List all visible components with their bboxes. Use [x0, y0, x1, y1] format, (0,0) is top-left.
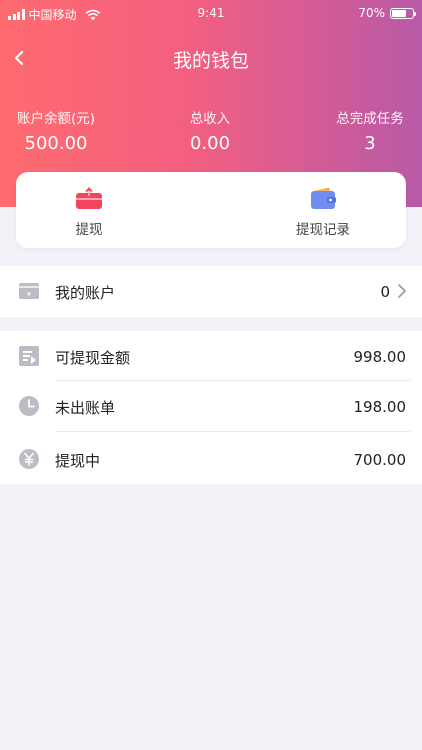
wallet-icon: [311, 187, 336, 209]
nav-bar: 我的钱包: [0, 40, 422, 76]
battery-icon: [390, 7, 416, 19]
my-account-value: 0: [380, 283, 390, 301]
unbilled-label: 未出账单: [55, 399, 116, 417]
withdraw-records-label: 提现记录: [296, 222, 350, 238]
stat-income: 总收入 0.00: [165, 107, 255, 154]
withdraw-button[interactable]: 提现: [14, 186, 164, 238]
action-card: 提现 提现记录: [16, 172, 406, 248]
page-title: 我的钱包: [172, 50, 249, 72]
chevron-right-icon: [398, 284, 406, 298]
yen-icon: [19, 449, 39, 469]
account-section: ¥ 我的账户 0: [0, 266, 422, 317]
unbilled-row[interactable]: 未出账单 198.00: [0, 381, 422, 432]
stat-tasks-value: 3: [364, 133, 376, 154]
stat-balance-value: 500.00: [24, 133, 88, 154]
account-card-icon: ¥: [19, 283, 39, 299]
withdraw-icon: [76, 187, 102, 209]
withdraw-records-button[interactable]: 提现记录: [248, 186, 398, 238]
my-account-label: 我的账户: [55, 284, 116, 302]
unbilled-value: 198.00: [353, 398, 407, 416]
withdrawable-icon: [19, 346, 39, 366]
withdrawable-label: 可提现金额: [55, 349, 131, 367]
stat-tasks-label: 总完成任务: [336, 111, 404, 127]
balance-details-section: 可提现金额 998.00 未出账单 198.00 提现中 700.00: [0, 331, 422, 484]
stat-tasks: 总完成任务 3: [330, 107, 410, 154]
stat-income-value: 0.00: [189, 133, 231, 154]
withdrawing-value: 700.00: [353, 451, 407, 469]
battery-percent: 70%: [358, 6, 385, 20]
withdraw-label: 提现: [75, 222, 103, 238]
row-divider: [55, 431, 410, 432]
stat-balance-label: 账户余额(元): [16, 111, 96, 127]
stat-balance: 账户余额(元) 500.00: [16, 107, 96, 154]
withdrawing-row[interactable]: 提现中 700.00: [0, 434, 422, 485]
my-account-row[interactable]: ¥ 我的账户 0: [0, 266, 422, 317]
status-bar: 中国移动 9:41 70%: [0, 0, 422, 28]
withdrawable-value: 998.00: [353, 348, 407, 366]
stat-income-label: 总收入: [189, 111, 231, 127]
withdrawable-row[interactable]: 可提现金额 998.00: [0, 331, 422, 382]
withdrawing-label: 提现中: [55, 452, 101, 470]
clock-icon: [19, 396, 39, 416]
svg-text:¥: ¥: [27, 291, 32, 299]
